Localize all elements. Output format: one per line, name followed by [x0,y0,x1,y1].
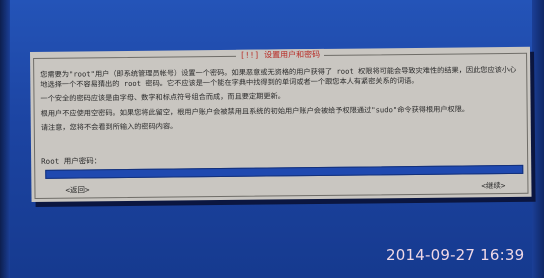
photo-timestamp: 2014-09-27 16:39 [386,246,525,264]
root-password-label: Root 用户密码： [41,156,102,166]
monitor-edge-right [532,0,544,278]
paragraph-empty-password: 根用户不应使用空密码。如果您将此留空，根用户账户会被禁用且系统的初始用户账户会被… [40,103,470,118]
password-dialog: [!!] 设置用户和密码 您需要为"root"用户（即系统管理员帐号）设置一个密… [30,46,532,202]
dialog-title: [!!] 设置用户和密码 [235,48,325,62]
monitor-edge-left [0,0,10,278]
paragraph-root-password-intro: 您需要为"root"用户（即系统管理员帐号）设置一个密码。如果恶意或无资格的用户… [40,64,517,89]
dialog-body: 您需要为"root"用户（即系统管理员帐号）设置一个密码。如果恶意或无资格的用户… [40,65,523,138]
paragraph-hidden-input-note: 请注意，您将不会看到所输入的密码内容。 [40,121,178,132]
paragraph-secure-password: 一个安全的密码应该是由字母、数字和标点符号组合而成，而且要定期更新。 [40,91,285,103]
back-button[interactable]: <返回> [65,184,89,195]
continue-button[interactable]: <继续> [481,180,505,191]
